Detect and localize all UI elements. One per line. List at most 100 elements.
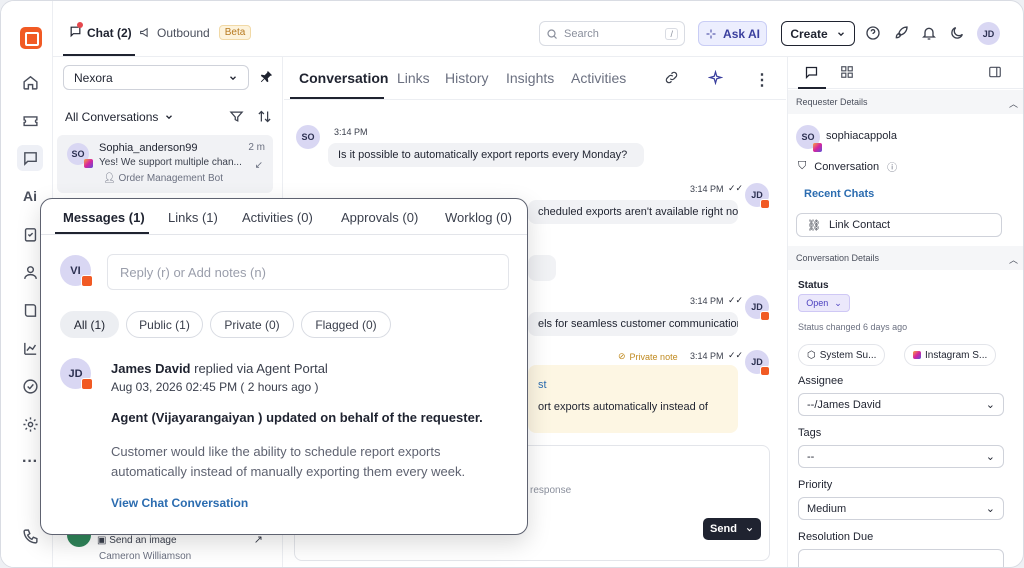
tab-chat[interactable]: Chat (2)	[69, 22, 132, 41]
pin-icon[interactable]	[259, 69, 274, 87]
top-bar: Chat (2) Outbound Beta Search / Ask AI C…	[53, 1, 1023, 57]
filter-flagged[interactable]: Flagged (0)	[301, 311, 391, 338]
collapse-panel-icon[interactable]	[988, 65, 1002, 82]
instagram-icon	[913, 351, 921, 359]
unread-dot	[77, 22, 83, 28]
filter-icon[interactable]	[229, 109, 244, 127]
home-icon[interactable]	[17, 69, 43, 95]
outbound-tab-label: Outbound	[157, 25, 210, 40]
rocket-icon[interactable]	[891, 23, 911, 43]
view-chat-conversation-link[interactable]: View Chat Conversation	[111, 496, 248, 510]
chevron-up-icon: ︿	[1008, 99, 1018, 109]
source-chip[interactable]: ⬡ System Su...	[798, 344, 886, 366]
requester-details-header[interactable]: Requester Details ︿	[788, 90, 1023, 114]
workspace-select[interactable]: Nexora	[63, 65, 249, 90]
tags-select[interactable]: -- ⌄	[798, 445, 1004, 468]
priority-select[interactable]: Medium ⌄	[798, 497, 1004, 520]
preview-text: Send an image	[109, 535, 177, 546]
tab-links[interactable]: Links	[397, 70, 430, 86]
phone-icon[interactable]	[17, 523, 43, 549]
conversation-name: Cameron Williamson	[99, 551, 192, 562]
entry-timestamp: Aug 03, 2026 02:45 PM ( 2 hours ago )	[111, 380, 319, 394]
message-time: 3:14 PM	[690, 296, 724, 306]
chat-details-icon[interactable]	[804, 65, 819, 83]
message-bubble: cheduled exports aren't available right …	[528, 200, 738, 224]
tab-approvals[interactable]: Approvals (0)	[341, 210, 418, 225]
channel-chip[interactable]: Instagram S...	[904, 344, 997, 366]
status-dropdown[interactable]: Open ⌄	[798, 294, 850, 312]
moon-icon[interactable]	[947, 23, 967, 43]
eye-off-icon: ⊘	[618, 351, 626, 361]
entry-title: Agent (Vijayarangaiyan ) updated on beha…	[111, 410, 483, 425]
grid-icon[interactable]	[840, 65, 854, 82]
status-label: Status	[798, 280, 829, 291]
composer-hint: response	[530, 485, 572, 496]
divider	[41, 234, 527, 235]
entry-author-line: James David replied via Agent Portal	[111, 361, 328, 376]
chevron-down-icon	[837, 31, 844, 36]
tab-activities[interactable]: Activities (0)	[242, 210, 313, 225]
tab-insights[interactable]: Insights	[506, 70, 554, 86]
chat-icon[interactable]	[17, 145, 43, 171]
send-button[interactable]: Send	[703, 518, 761, 540]
note-link-text[interactable]: st	[538, 379, 728, 391]
status-value: Open	[806, 298, 829, 308]
link-icon[interactable]	[664, 70, 679, 88]
bell-icon[interactable]	[919, 23, 939, 43]
search-icon	[547, 28, 557, 39]
chat-tab-icon	[69, 22, 83, 41]
assignee-select[interactable]: --/James David ⌄	[798, 393, 1004, 416]
recent-chats-link[interactable]: Recent Chats	[804, 188, 874, 200]
filter-public[interactable]: Public (1)	[126, 311, 203, 338]
tab-outbound[interactable]: Outbound Beta	[139, 25, 252, 40]
image-icon: ▣	[97, 535, 107, 546]
filter-all[interactable]: All (1)	[60, 311, 119, 338]
ai-icon[interactable]: Ai	[17, 183, 43, 209]
app-window: Ai ··· Chat (2) Outbound Beta Search / A…	[0, 0, 1024, 568]
ticket-icon[interactable]	[17, 107, 43, 133]
tab-messages[interactable]: Messages (1)	[63, 210, 145, 225]
reply-input[interactable]: Reply (r) or Add notes (n)	[107, 254, 509, 290]
message-time: 3:14 PM	[334, 127, 368, 137]
status-changed-text: Status changed 6 days ago	[798, 322, 908, 332]
priority-value: Medium	[807, 502, 847, 515]
shield-icon: ⛉	[798, 160, 807, 172]
tab-activities[interactable]: Activities	[571, 70, 626, 86]
link-contact-label: Link Contact	[828, 219, 891, 231]
conversation-type: ⛉ Conversation ⓘ	[798, 159, 897, 174]
tab-history[interactable]: History	[445, 70, 489, 86]
search-input[interactable]: Search /	[539, 21, 685, 46]
requester-name[interactable]: sophiacappola	[826, 130, 897, 142]
section-title: Requester Details	[796, 97, 868, 107]
sparkle-icon	[706, 29, 716, 38]
conversation-type-label: Conversation	[814, 160, 880, 173]
link-contact-button[interactable]: ⛓︎ Link Contact	[796, 213, 1002, 237]
conversation-details-header[interactable]: Conversation Details ︿	[788, 246, 1023, 270]
message-time: 3:14 PM	[690, 351, 724, 361]
info-icon[interactable]: ⓘ	[887, 159, 897, 174]
resolution-due-label: Resolution Due	[798, 531, 874, 543]
brand-logo-icon[interactable]	[20, 27, 42, 49]
tab-links[interactable]: Links (1)	[168, 210, 218, 225]
more-vertical-icon[interactable]: ⋮	[754, 70, 770, 90]
ai-sparkle-icon[interactable]	[707, 69, 724, 88]
instagram-icon	[813, 143, 822, 152]
chevron-down-icon: ⌄	[985, 451, 995, 463]
resolution-due-field[interactable]	[798, 549, 1004, 567]
create-button[interactable]: Create	[781, 21, 855, 46]
read-check-icon: ✓✓	[728, 350, 744, 360]
filter-private[interactable]: Private (0)	[210, 311, 294, 338]
sort-icon[interactable]	[257, 109, 272, 127]
agent-portal-icon	[760, 199, 770, 209]
conversation-filter-dropdown[interactable]: All Conversations	[65, 110, 174, 124]
tab-worklog[interactable]: Worklog (0)	[445, 210, 512, 225]
help-icon[interactable]	[863, 23, 883, 43]
list-item[interactable]: SO Sophia_anderson99 2 m Yes! We support…	[57, 135, 273, 193]
message-bubble	[528, 255, 556, 281]
tags-value: --	[807, 450, 815, 463]
user-avatar[interactable]: JD	[977, 22, 1000, 45]
entry-via: replied via Agent Portal	[190, 361, 328, 376]
conversation-preview: Yes! We support multiple chan...	[99, 157, 242, 168]
tab-conversation[interactable]: Conversation	[299, 70, 388, 86]
ask-ai-button[interactable]: Ask AI	[698, 21, 767, 46]
